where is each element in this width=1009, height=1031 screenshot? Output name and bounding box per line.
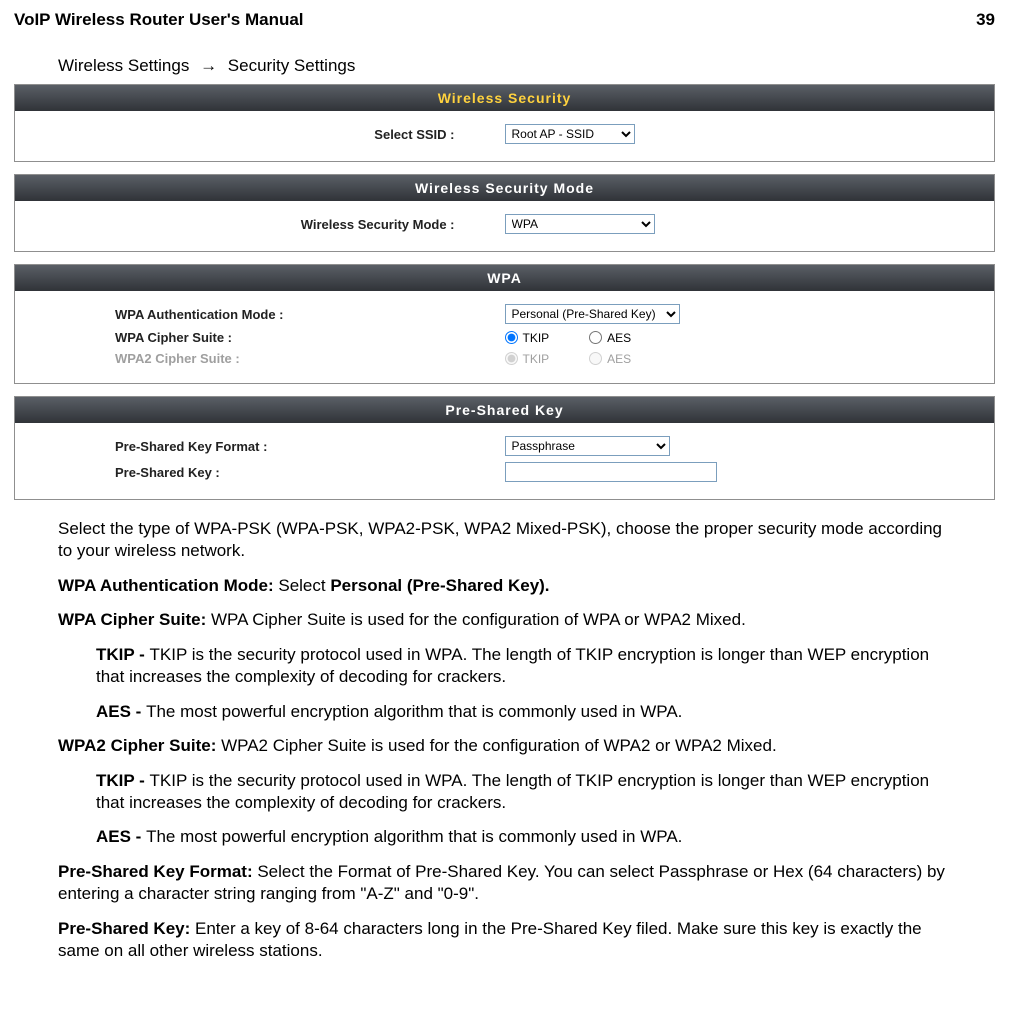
breadcrumb-item-2: Security Settings <box>228 56 356 75</box>
panel-title-security-mode: Wireless Security Mode <box>15 175 994 201</box>
text-psk-format: Pre-Shared Key Format: Select the Format… <box>58 861 951 906</box>
panel-wireless-security: Wireless Security Select SSID : Root AP … <box>14 84 995 162</box>
security-mode-dropdown[interactable]: WPA <box>505 214 655 234</box>
psk-format-dropdown[interactable]: Passphrase <box>505 436 670 456</box>
wpa2-cipher-aes-option: AES <box>589 352 631 366</box>
wpa-cipher-aes-radio[interactable] <box>589 331 602 344</box>
wpa2-cipher-tkip-option: TKIP <box>505 352 550 366</box>
text-wpa-cipher: WPA Cipher Suite: WPA Cipher Suite is us… <box>58 609 951 631</box>
breadcrumb: Wireless Settings → Security Settings <box>58 56 995 76</box>
wpa2-cipher-tkip-text: TKIP <box>523 352 550 366</box>
text-wpa2-tkip: TKIP - TKIP is the security protocol use… <box>96 770 951 815</box>
text-wpa2-cipher: WPA2 Cipher Suite: WPA2 Cipher Suite is … <box>58 735 951 757</box>
text-wpa-tkip: TKIP - TKIP is the security protocol use… <box>96 644 951 689</box>
psk-key-input[interactable] <box>505 462 717 482</box>
wpa-cipher-tkip-radio[interactable] <box>505 331 518 344</box>
text-intro: Select the type of WPA-PSK (WPA-PSK, WPA… <box>58 518 951 563</box>
psk-key-label: Pre-Shared Key : <box>15 465 505 480</box>
text-wpa-aes: AES - The most powerful encryption algor… <box>96 701 951 723</box>
select-ssid-dropdown[interactable]: Root AP - SSID <box>505 124 635 144</box>
wpa-cipher-aes-option[interactable]: AES <box>589 331 631 345</box>
breadcrumb-arrow-icon: → <box>200 56 217 75</box>
panel-title-wireless-security: Wireless Security <box>15 85 994 111</box>
wpa-cipher-aes-text: AES <box>607 331 631 345</box>
panel-wpa: WPA WPA Authentication Mode : Personal (… <box>14 264 995 384</box>
select-ssid-label: Select SSID : <box>15 127 505 142</box>
panel-psk: Pre-Shared Key Pre-Shared Key Format : P… <box>14 396 995 500</box>
wpa-auth-mode-label: WPA Authentication Mode : <box>15 307 505 322</box>
breadcrumb-item-1: Wireless Settings <box>58 56 189 75</box>
wpa-cipher-tkip-option[interactable]: TKIP <box>505 331 550 345</box>
wpa2-cipher-aes-text: AES <box>607 352 631 366</box>
wpa-auth-mode-dropdown[interactable]: Personal (Pre-Shared Key) <box>505 304 680 324</box>
wpa2-cipher-tkip-radio <box>505 352 518 365</box>
wpa-cipher-tkip-text: TKIP <box>523 331 550 345</box>
panel-security-mode: Wireless Security Mode Wireless Security… <box>14 174 995 252</box>
doc-title: VoIP Wireless Router User's Manual <box>14 10 304 30</box>
wpa-cipher-label: WPA Cipher Suite : <box>15 330 505 345</box>
explanation-text: Select the type of WPA-PSK (WPA-PSK, WPA… <box>58 518 951 963</box>
text-psk-key: Pre-Shared Key: Enter a key of 8-64 char… <box>58 918 951 963</box>
wpa2-cipher-label: WPA2 Cipher Suite : <box>15 351 505 366</box>
page-number: 39 <box>976 10 995 30</box>
doc-header: VoIP Wireless Router User's Manual 39 <box>14 10 995 30</box>
text-wpa2-aes: AES - The most powerful encryption algor… <box>96 826 951 848</box>
wpa2-cipher-aes-radio <box>589 352 602 365</box>
panel-title-psk: Pre-Shared Key <box>15 397 994 423</box>
text-auth-mode: WPA Authentication Mode: Select Personal… <box>58 575 951 597</box>
panel-title-wpa: WPA <box>15 265 994 291</box>
security-mode-label: Wireless Security Mode : <box>15 217 505 232</box>
psk-format-label: Pre-Shared Key Format : <box>15 439 505 454</box>
